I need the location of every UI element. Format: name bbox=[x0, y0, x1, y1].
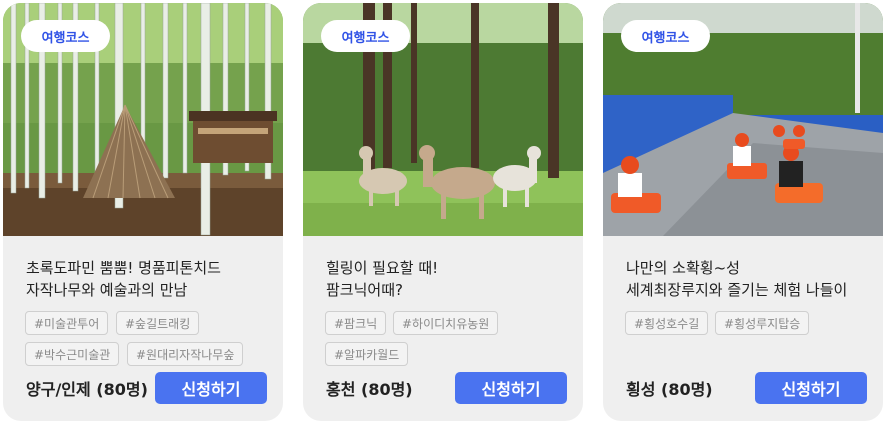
category-badge: 여행코스 bbox=[321, 20, 410, 52]
location-capacity: 양구/인제 (80명) bbox=[26, 380, 148, 399]
course-title: 나만의 소확횡~성 세계최장루지와 즐기는 체험 나들이 bbox=[626, 257, 878, 301]
location-capacity: 홍천 (80명) bbox=[326, 380, 413, 399]
course-title-line: 나만의 소확횡~성 bbox=[626, 259, 740, 277]
course-card[interactable]: 여행코스 힐링이 필요할 때! 팜크닉어때? #팜크닉 #하이디치유농원 #알파… bbox=[303, 3, 583, 421]
hashtag-chip[interactable]: #횡성호수길 bbox=[625, 311, 709, 335]
hashtag-chip[interactable]: #알파카월드 bbox=[325, 342, 409, 366]
course-title-line: 팜크닉어때? bbox=[326, 281, 403, 299]
course-title-line: 힐링이 필요할 때! bbox=[326, 259, 439, 277]
course-title: 힐링이 필요할 때! 팜크닉어때? bbox=[326, 257, 578, 301]
course-title-line: 자작나무와 예술과의 만남 bbox=[26, 281, 188, 299]
course-card[interactable]: 여행코스 초록도파민 뿜뿜! 명품피톤치드 자작나무와 예술과의 만남 #미술관… bbox=[3, 3, 283, 421]
course-title-line: 세계최장루지와 즐기는 체험 나들이 bbox=[626, 281, 848, 299]
hashtag-chip[interactable]: #횡성루지탑승 bbox=[715, 311, 810, 335]
category-badge: 여행코스 bbox=[21, 20, 110, 52]
apply-button[interactable]: 신청하기 bbox=[455, 372, 567, 404]
hashtag-chip[interactable]: #원대리자작나무숲 bbox=[127, 342, 244, 366]
course-card[interactable]: 여행코스 나만의 소확횡~성 세계최장루지와 즐기는 체험 나들이 #횡성호수길… bbox=[603, 3, 883, 421]
location-capacity: 횡성 (80명) bbox=[626, 380, 713, 399]
hashtag-chip[interactable]: #숲길트래킹 bbox=[116, 311, 200, 335]
category-badge: 여행코스 bbox=[621, 20, 710, 52]
course-title: 초록도파민 뿜뿜! 명품피톤치드 자작나무와 예술과의 만남 bbox=[26, 257, 278, 301]
apply-button[interactable]: 신청하기 bbox=[755, 372, 867, 404]
course-title-line: 초록도파민 뿜뿜! 명품피톤치드 bbox=[26, 259, 221, 277]
hashtag-chip[interactable]: #미술관투어 bbox=[25, 311, 109, 335]
hashtag-chip[interactable]: #팜크닉 bbox=[325, 311, 387, 335]
apply-button[interactable]: 신청하기 bbox=[155, 372, 267, 404]
hashtag-chip[interactable]: #하이디치유농원 bbox=[393, 311, 499, 335]
hashtag-chip[interactable]: #박수근미술관 bbox=[25, 342, 120, 366]
